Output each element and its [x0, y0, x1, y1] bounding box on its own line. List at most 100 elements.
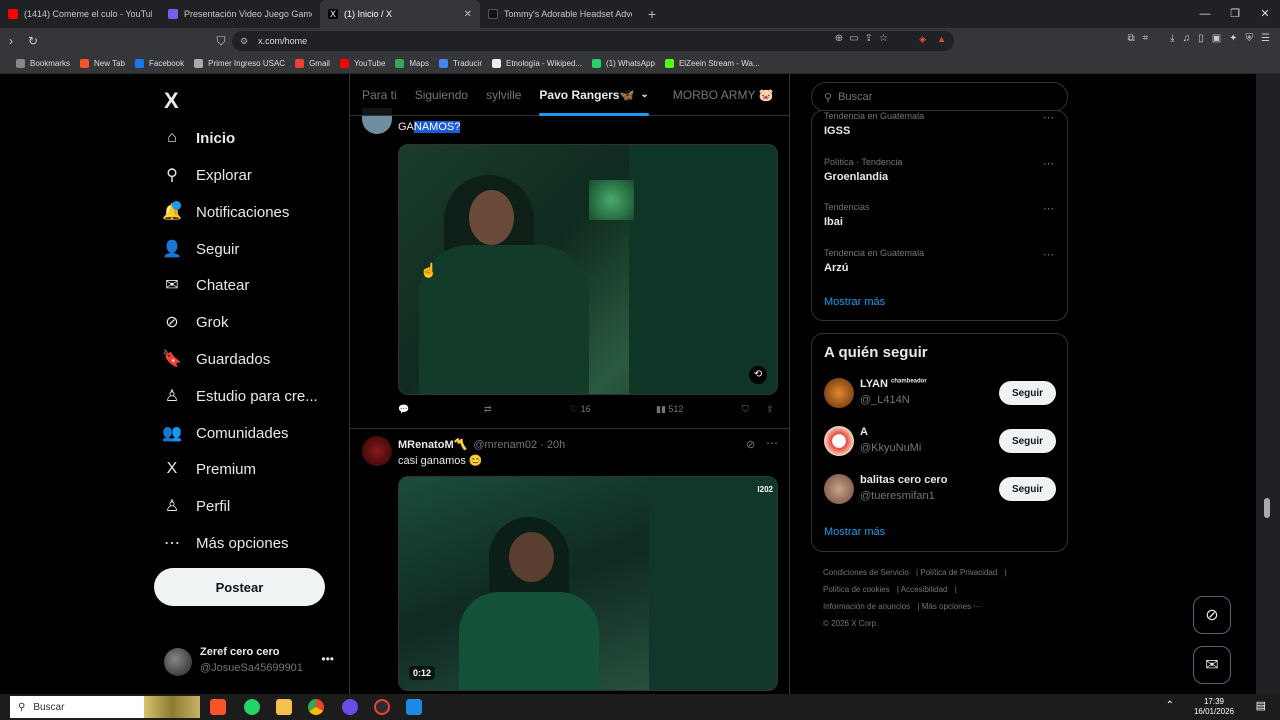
bookmark-star-icon[interactable]: ☆	[879, 33, 888, 44]
close-window-icon[interactable]: ✕	[1250, 0, 1280, 28]
nav-item-perfil[interactable]: ♙ Perfil	[162, 489, 230, 523]
footer-link-cookies[interactable]: Política de cookies	[823, 585, 890, 594]
show-more-trends-link[interactable]: Mostrar más	[824, 296, 885, 308]
address-bar[interactable]: ⚙ x.com/home ⊕ ▭ ⇪ ☆ ◈ ▲	[232, 31, 954, 51]
suggestion-name[interactable]: balitas cero cero	[860, 474, 947, 486]
share-icon[interactable]: ⇪	[865, 33, 873, 44]
more-icon[interactable]: ⋯	[1043, 248, 1054, 261]
nav-item-chatear[interactable]: ✉ Chatear	[162, 268, 249, 302]
browser-tab-tommy[interactable]: Tommy's Adorable Headset Adventu	[480, 0, 640, 28]
more-icon[interactable]: ⋯	[766, 436, 778, 450]
browser-tab-youtube[interactable]: (1414) Comeme el culo - YouTube	[0, 0, 160, 28]
chrome-taskbar-icon[interactable]	[308, 699, 324, 715]
site-info-icon[interactable]: ⚙	[240, 36, 248, 47]
tab-para-ti[interactable]: Para ti	[356, 74, 403, 116]
follow-suggestion[interactable]: LYAN chambeador @_L414N Seguir	[824, 376, 1056, 412]
nav-item-seguir[interactable]: 👤 Seguir	[162, 232, 239, 266]
follow-suggestion[interactable]: A @KkyuNuMi Seguir	[824, 424, 1056, 460]
tweet-media-video[interactable]: 0:12 I202	[398, 476, 778, 691]
whatsapp-taskbar-icon[interactable]	[244, 699, 260, 715]
brave-rewards-icon[interactable]: ▲	[937, 34, 946, 44]
reload-icon[interactable]: ↻	[22, 34, 44, 48]
bookmark-page-icon[interactable]: ⛉	[210, 34, 232, 49]
follow-button[interactable]: Seguir	[999, 477, 1056, 501]
taskbar-search[interactable]: ⚲ Buscar	[10, 696, 200, 718]
footer-link-more[interactable]: Más opciones ···	[922, 602, 982, 611]
like-button[interactable]: ♡ 16	[570, 404, 591, 415]
taskbar-clock[interactable]: 17:39 16/01/2026	[1194, 697, 1234, 717]
suggestion-name[interactable]: LYAN chambeador	[860, 378, 927, 390]
grok-fab-icon[interactable]: ⊘	[1193, 596, 1231, 634]
footer-link-terms[interactable]: Condiciones de Servicio	[823, 568, 909, 577]
author-handle[interactable]: @mrenam02	[473, 439, 537, 451]
media-icon[interactable]: ♫	[1183, 33, 1191, 44]
retweet-icon[interactable]: ⇄	[484, 404, 492, 415]
cast-icon[interactable]: ▭	[849, 33, 858, 44]
restore-icon[interactable]: ❐	[1220, 0, 1250, 28]
chevron-up-icon[interactable]: ⌃	[1166, 700, 1174, 711]
reply-icon[interactable]: 💬	[398, 404, 409, 415]
footer-link-ads[interactable]: Información de anuncios	[823, 602, 910, 611]
app-taskbar-icon[interactable]	[374, 699, 390, 715]
bookmark-item[interactable]: Traducir	[438, 59, 482, 68]
bookmark-item[interactable]: Bookmarks	[16, 59, 70, 68]
downloads-icon[interactable]: ⤓	[1170, 33, 1174, 44]
grok-icon[interactable]: ⊘	[746, 438, 755, 451]
nav-item-explorar[interactable]: ⚲ Explorar	[162, 158, 252, 192]
bookmark-item[interactable]: ElZeein Stream - Wa...	[664, 59, 760, 68]
nav-item-premium[interactable]: X Premium	[162, 452, 256, 486]
notification-center-icon[interactable]: ▤	[1256, 699, 1266, 712]
bookmark-item[interactable]: Maps	[395, 59, 429, 68]
search-input[interactable]: ⚲ Buscar	[811, 82, 1068, 112]
close-tab-icon[interactable]: ✕	[464, 9, 472, 20]
avatar[interactable]	[362, 436, 392, 466]
footer-link-privacy[interactable]: Política de Privacidad	[920, 568, 997, 577]
tweet-time[interactable]: · 20h	[540, 439, 565, 451]
trend-item[interactable]: Tendencias Ibai ⋯	[824, 202, 1054, 228]
nav-item-más-opciones[interactable]: ⋯ Más opciones	[162, 526, 289, 560]
footer-link-accessibility[interactable]: Accesibilidad	[901, 585, 948, 594]
more-icon[interactable]: •••	[321, 652, 334, 666]
tab-siguiendo[interactable]: Siguiendo	[409, 74, 474, 116]
browser-tab-x-inicio[interactable]: X (1) Inicio / X ✕	[320, 0, 480, 28]
forward-icon[interactable]: ›	[0, 34, 22, 48]
editor-taskbar-icon[interactable]	[406, 699, 422, 715]
wallet-icon[interactable]: ▣	[1212, 33, 1221, 44]
brave-shield-icon[interactable]: ◈	[919, 34, 926, 45]
tweet-media-image[interactable]: ⟲	[398, 144, 778, 395]
nav-item-guardados[interactable]: 🔖 Guardados	[162, 342, 270, 376]
more-icon[interactable]: ⋯	[1043, 157, 1054, 170]
tab-sylville[interactable]: sylville	[480, 74, 527, 116]
bookmark-item[interactable]: Primer Ingreso USAC	[194, 59, 285, 68]
bookmark-item[interactable]: Etnología - Wikiped...	[492, 59, 582, 68]
leo-icon[interactable]: ✦	[1229, 33, 1237, 44]
x-logo-icon[interactable]: X	[164, 88, 179, 114]
avatar[interactable]	[824, 426, 854, 456]
nav-item-grok[interactable]: ⊘ Grok	[162, 305, 228, 339]
bookmark-item[interactable]: YouTube	[339, 59, 385, 68]
trend-item[interactable]: Política · Tendencia Groenlandia ⋯	[824, 157, 1054, 183]
tab-pavo-rangers[interactable]: Pavo Rangers🦋 ⌄	[533, 74, 654, 116]
obs-taskbar-icon[interactable]	[342, 699, 358, 715]
sidebar-icon[interactable]: ▯	[1198, 33, 1204, 44]
bookmark-item[interactable]: (1) WhatsApp	[592, 59, 655, 68]
bookmark-item[interactable]: Facebook	[135, 59, 184, 68]
minimize-icon[interactable]: —	[1190, 0, 1220, 28]
extensions-icon[interactable]: ⧉	[1127, 33, 1134, 44]
bookmark-item[interactable]: Gmail	[295, 59, 330, 68]
trend-item[interactable]: Tendencia en Guatemala Arzú ⋯	[824, 248, 1054, 274]
more-icon[interactable]: ⋯	[1043, 111, 1054, 124]
explorer-taskbar-icon[interactable]	[276, 699, 292, 715]
browser-tab-presentacion[interactable]: Presentación Video Juego Gamer Vi	[160, 0, 320, 28]
views-button[interactable]: ▮▮ 512	[656, 404, 683, 415]
post-button[interactable]: Postear	[154, 568, 325, 606]
share-icon[interactable]: ⇪	[766, 404, 774, 415]
nav-item-inicio[interactable]: ⌂ Inicio	[162, 121, 235, 155]
bookmark-item[interactable]: New Tab	[80, 59, 125, 68]
nav-item-estudio-para-cre[interactable]: ♙ Estudio para cre...	[162, 379, 318, 413]
follow-button[interactable]: Seguir	[999, 381, 1056, 405]
page-scrollbar[interactable]	[1256, 74, 1280, 694]
scroll-thumb[interactable]	[1264, 498, 1270, 518]
account-switcher[interactable]: Zeref cero cero @JosueSa45699901 •••	[164, 644, 344, 680]
zoom-icon[interactable]: ⊕	[835, 33, 843, 44]
